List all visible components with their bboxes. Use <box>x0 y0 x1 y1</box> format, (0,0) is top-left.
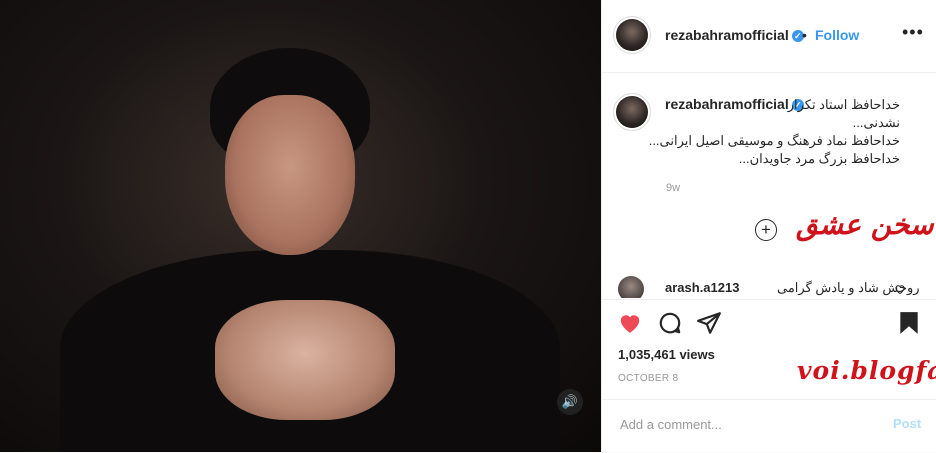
heart-outline-icon <box>895 285 905 295</box>
post-media[interactable]: 🔊 <box>0 0 601 452</box>
add-comment-bar: Post <box>602 399 936 453</box>
heart-filled-icon[interactable] <box>617 310 643 341</box>
share-icon[interactable] <box>696 310 722 341</box>
instagram-post: 🔊 rezabahramofficial ✓ • Follow ••• rezab… <box>0 0 936 452</box>
watermark-persian: صدای سخن عشق <box>796 208 936 241</box>
plus-circle-icon[interactable]: + <box>755 219 777 241</box>
comment-username[interactable]: arash.a1213 <box>665 280 739 295</box>
comment-icon[interactable] <box>657 310 683 341</box>
comment-avatar[interactable] <box>618 276 644 298</box>
header-username[interactable]: rezabahramofficial ✓ <box>665 27 804 43</box>
media-figure-face <box>225 95 355 255</box>
views-count[interactable]: 1,035,461 views <box>618 347 715 362</box>
comments-section: rezabahramofficial ✓ خداحافظ استاد تکرار … <box>602 73 936 298</box>
avatar[interactable] <box>616 19 648 51</box>
caption-avatar[interactable] <box>616 96 648 128</box>
post-header: rezabahramofficial ✓ • Follow ••• <box>602 0 936 73</box>
caption-username-text[interactable]: rezabahramofficial <box>665 96 789 112</box>
caption-line: خداحافظ بزرگ مرد جاویدان... <box>738 151 900 166</box>
caption-line: نشدنی... <box>852 115 900 130</box>
media-figure-hands <box>215 300 395 420</box>
post-sidebar: rezabahramofficial ✓ • Follow ••• rezabah… <box>601 0 936 452</box>
header-separator: • <box>802 27 807 43</box>
caption-username[interactable]: rezabahramofficial ✓ <box>665 96 804 112</box>
comment-input[interactable] <box>618 416 862 433</box>
post-date[interactable]: OCTOBER 8 <box>618 373 678 384</box>
follow-button[interactable]: Follow <box>815 27 859 43</box>
header-username-text[interactable]: rezabahramofficial <box>665 27 789 43</box>
caption-line: خداحافظ نماد فرهنگ و موسیقی اصیل ایرانی.… <box>648 133 900 148</box>
bookmark-filled-icon[interactable] <box>896 310 922 341</box>
watermark-latin: voi.blogfa <box>797 356 936 385</box>
speaker-icon[interactable]: 🔊 <box>557 389 583 415</box>
caption-timestamp[interactable]: 9w <box>666 182 680 194</box>
post-comment-button[interactable]: Post <box>893 416 921 431</box>
caption-line: خداحافظ استاد تکرار <box>787 97 900 112</box>
more-options-icon[interactable]: ••• <box>902 22 924 43</box>
heart-outline-icon[interactable] <box>894 283 906 298</box>
